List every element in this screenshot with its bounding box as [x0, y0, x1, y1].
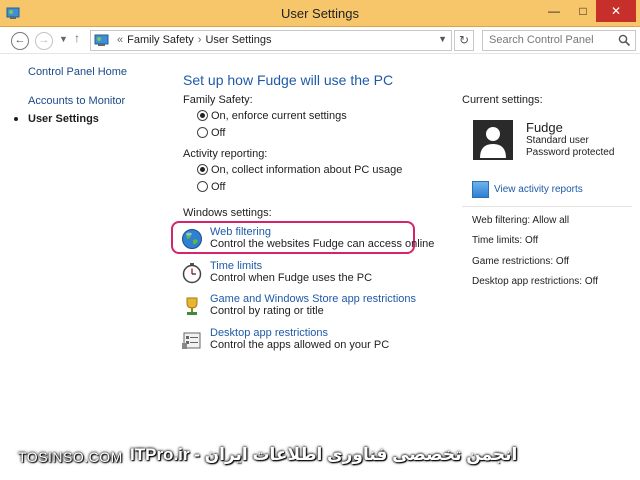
web-filtering-link[interactable]: Web filtering [210, 226, 271, 238]
search-input[interactable] [489, 34, 613, 46]
time-limits-link[interactable]: Time limits [210, 260, 262, 272]
user-password-status: Password protected [526, 147, 615, 158]
back-arrow-icon[interactable]: ← [11, 32, 29, 50]
title-bar: User Settings — □ ✕ [0, 0, 640, 27]
windows-settings-label: Windows settings: [183, 207, 272, 219]
activity-reporting-off-radio[interactable]: Off [197, 181, 225, 195]
breadcrumb-prefix[interactable]: « [117, 34, 123, 46]
activity-reporting-label: Activity reporting: [183, 148, 268, 160]
watermark-right: ITPro.ir - انجمن تخصصی فناوری اطلاعات ای… [130, 445, 518, 464]
up-arrow-icon[interactable]: ↑ [74, 31, 80, 45]
family-safety-off-label[interactable]: Off [211, 127, 225, 139]
refresh-icon[interactable]: ↻ [454, 30, 474, 51]
maximize-button[interactable]: □ [570, 0, 596, 22]
current-settings-label: Current settings: [462, 94, 543, 106]
report-icon[interactable] [472, 181, 489, 198]
breadcrumb-user-settings[interactable]: User Settings [205, 34, 271, 46]
view-activity-reports-link[interactable]: View activity reports [494, 184, 583, 195]
desktop-app-restrictions-link[interactable]: Desktop app restrictions [210, 327, 328, 339]
breadcrumb: « Family Safety › User Settings [113, 34, 271, 46]
minimize-button[interactable]: — [541, 0, 567, 22]
desktop-app-restrictions-description: Control the apps allowed on your PC [210, 339, 390, 351]
game-restrictions-status: Game restrictions: Off [472, 256, 570, 267]
search-box[interactable] [482, 30, 636, 51]
address-dropdown-icon[interactable]: ▼ [438, 34, 447, 44]
radio-unselected-icon[interactable] [197, 181, 208, 192]
radio-selected-icon[interactable] [197, 110, 208, 121]
stopwatch-icon [182, 263, 202, 284]
current-page-bullet [14, 117, 18, 121]
watermark-left: TOSINSO.COM [18, 449, 123, 465]
breadcrumb-separator[interactable]: › [198, 34, 202, 46]
game-restrictions-link[interactable]: Game and Windows Store app restrictions [210, 293, 416, 305]
close-button[interactable]: ✕ [596, 0, 636, 22]
desktop-app-restrictions-status: Desktop app restrictions: Off [472, 276, 598, 287]
watermark: TOSINSO.COM ITPro.ir - انجمن تخصصی فناور… [0, 443, 640, 480]
radio-unselected-icon[interactable] [197, 127, 208, 138]
activity-reporting-on-radio[interactable]: On, collect information about PC usage [197, 164, 402, 178]
user-silhouette-icon [480, 127, 506, 158]
nav-accounts-to-monitor[interactable]: Accounts to Monitor [28, 95, 125, 107]
control-panel-icon [94, 34, 109, 46]
avatar [473, 120, 513, 160]
web-filtering-description: Control the websites Fudge can access on… [210, 238, 435, 250]
user-name: Fudge [526, 120, 563, 135]
web-filtering-status: Web filtering: Allow all [472, 215, 570, 226]
trophy-icon [186, 297, 198, 315]
app-list-icon [182, 332, 201, 349]
page-title: Set up how Fudge will use the PC [183, 72, 394, 88]
activity-reporting-off-label[interactable]: Off [211, 181, 225, 193]
family-safety-on-label[interactable]: On, enforce current settings [211, 110, 347, 122]
family-safety-label: Family Safety: [183, 94, 253, 106]
time-limits-status: Time limits: Off [472, 235, 539, 246]
chevron-down-icon[interactable]: ▼ [59, 34, 68, 44]
time-limits-description: Control when Fudge uses the PC [210, 272, 373, 284]
nav-control-panel-home[interactable]: Control Panel Home [28, 66, 127, 78]
search-icon[interactable] [618, 34, 631, 47]
address-bar[interactable]: « Family Safety › User Settings ▼ [90, 30, 452, 51]
user-type: Standard user [526, 135, 589, 146]
family-safety-off-radio[interactable]: Off [197, 127, 225, 141]
game-restrictions-description: Control by rating or title [210, 305, 324, 317]
forward-arrow-icon[interactable]: → [35, 32, 53, 50]
radio-selected-icon[interactable] [197, 164, 208, 175]
activity-reporting-on-label[interactable]: On, collect information about PC usage [211, 164, 402, 176]
family-safety-on-radio[interactable]: On, enforce current settings [197, 110, 347, 124]
divider [462, 206, 632, 207]
nav-user-settings[interactable]: User Settings [28, 113, 99, 125]
globe-icon [182, 229, 202, 249]
address-row: ← → ▼ ↑ « Family Safety › User Settings ▼ ↻ [0, 27, 640, 54]
breadcrumb-family-safety[interactable]: Family Safety [127, 34, 194, 46]
